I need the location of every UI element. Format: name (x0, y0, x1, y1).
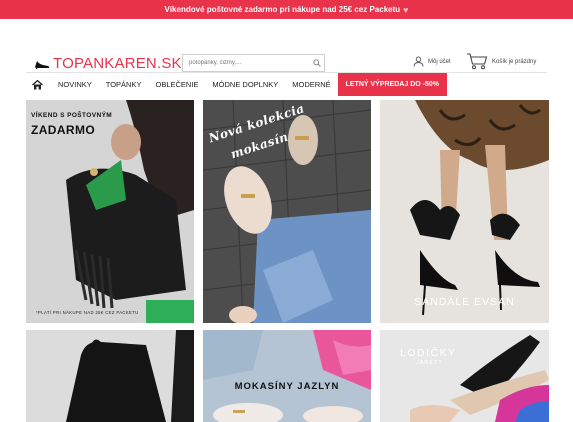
search-icon[interactable] (310, 59, 324, 67)
search-box (182, 54, 325, 72)
banner-mocassins-title: MOKASÍNY JAZLYN (234, 381, 340, 392)
banner-free-shipping[interactable]: VÍKEND S POŠTOVNÝM ZADARMO *PLATÍ PRI NÁ… (26, 100, 194, 323)
logo-text: TOPANKAREN.SK (53, 55, 182, 72)
nav-home[interactable] (26, 73, 51, 96)
high-heel-logo-icon (35, 61, 50, 69)
banner-new-loafers[interactable]: Nová kolekcia mokasín (203, 100, 371, 323)
banner-shipping-note: *PLATÍ PRI NÁKUPE NAD 25€ CEZ PACKETU (36, 310, 139, 315)
banner-photo-mocassins (203, 330, 371, 422)
nav-moderne[interactable]: MODERNÉ (285, 73, 337, 96)
home-icon (32, 79, 43, 89)
banner-mocassins-jazlyn[interactable]: MOKASÍNY JAZLYN (203, 330, 371, 422)
nav-modne-doplnky[interactable]: MÓDNE DOPLNKY (205, 73, 285, 96)
promo-bar: Víkendové poštovné zadarmo pri nákupe na… (0, 0, 573, 19)
banner-pumps-line2: JANETT (416, 360, 443, 366)
logo[interactable]: TOPANKAREN.SK (34, 55, 182, 72)
banner-sandals-evsan[interactable]: SANDÁLE EVSAN (380, 100, 549, 323)
nav-summer-sale[interactable]: LETNÝ VÝPREDAJ DO -50% (337, 73, 447, 96)
heart-icon: ♥ (403, 4, 409, 15)
user-icon (413, 56, 424, 67)
banner-photo-pumps (380, 330, 549, 422)
banner-boots[interactable] (26, 330, 194, 422)
account-label: Môj účet (428, 58, 451, 65)
banner-photo-sandals (380, 100, 549, 323)
nav-topanky[interactable]: TOPÁNKY (99, 73, 149, 96)
banner-sandals-title: SANDÁLE EVSAN (414, 296, 515, 308)
search-input[interactable] (183, 60, 310, 66)
account-link[interactable]: Môj účet (413, 56, 451, 67)
main-nav: NOVINKY TOPÁNKY OBLEČENIE MÓDNE DOPLNKY … (26, 72, 547, 96)
nav-novinky[interactable]: NOVINKY (51, 73, 99, 96)
nav-oblecenie[interactable]: OBLEČENIE (148, 73, 205, 96)
promo-text: Víkendové poštovné zadarmo pri nákupe na… (164, 5, 401, 14)
cart-link[interactable]: Košík je prázdny (466, 53, 536, 70)
banner-photo-boots (26, 330, 194, 422)
site-header: TOPANKAREN.SK Môj účet Košík je prázdny (0, 19, 573, 72)
banner-pumps-janett[interactable]: LODIČKY JANETT (380, 330, 549, 422)
banner-pumps-line1: LODIČKY (400, 347, 457, 359)
banner-shipping-line1: VÍKEND S POŠTOVNÝM (31, 112, 113, 119)
cart-label: Košík je prázdny (492, 58, 537, 65)
banner-shipping-line2: ZADARMO (31, 123, 96, 137)
cart-icon (467, 53, 488, 70)
